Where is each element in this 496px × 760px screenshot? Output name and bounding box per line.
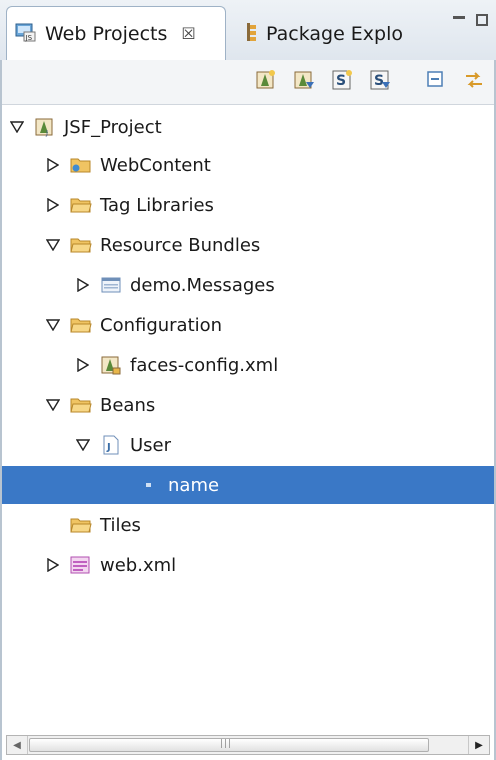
tree-node-label: WebContent <box>100 154 211 176</box>
collapsed-arrow-icon[interactable] <box>76 358 90 372</box>
tree-node-tag-libraries[interactable]: Tag Libraries <box>46 186 214 224</box>
collapse-all-icon[interactable] <box>422 66 450 94</box>
svg-text:S: S <box>336 73 346 89</box>
collapsed-arrow-icon[interactable] <box>46 198 60 212</box>
tree-node-label: Tiles <box>100 514 141 536</box>
tree-node-label: demo.Messages <box>130 274 275 296</box>
tree-node-label: faces-config.xml <box>130 354 279 376</box>
maximize-icon[interactable] <box>474 12 492 30</box>
tree-node-label: JSF_Project <box>64 116 162 138</box>
link-with-editor-icon[interactable] <box>460 66 488 94</box>
field-icon <box>138 475 160 495</box>
collapsed-arrow-icon[interactable] <box>46 558 60 572</box>
web-projects-icon: JS <box>15 21 37 47</box>
scrollbar-grip: ||| <box>220 739 233 749</box>
horizontal-scrollbar[interactable]: ◀ ||| ▶ <box>6 735 490 755</box>
expanded-arrow-icon[interactable] <box>46 318 60 332</box>
view-border-left <box>0 60 2 760</box>
folder-icon <box>70 515 92 535</box>
faces-config-icon <box>100 355 122 375</box>
tree-node-label: name <box>168 474 220 496</box>
tab-close-icon[interactable]: ☒ <box>181 24 195 43</box>
folder-icon <box>70 195 92 215</box>
tab-bar: JS Web Projects ☒ Package Explo <box>0 0 496 61</box>
tree-node-beans[interactable]: Beans <box>46 386 155 424</box>
tree-node-user[interactable]: J User <box>76 426 171 464</box>
tab-package-explorer-label: Package Explo <box>266 23 404 45</box>
expanded-arrow-icon[interactable] <box>10 120 24 134</box>
web-projects-view: JS Web Projects ☒ Package Explo S S J JS… <box>0 0 496 760</box>
import-struts-project-icon[interactable]: S <box>366 66 394 94</box>
import-jsf-project-icon[interactable] <box>290 66 318 94</box>
tree-node-label: User <box>130 434 172 456</box>
scroll-left-icon[interactable]: ◀ <box>7 736 28 754</box>
svg-text:J: J <box>45 129 48 137</box>
tab-package-explorer[interactable]: Package Explo <box>232 10 428 58</box>
project-tree: J JSF_Project WebContent Tag Libraries R… <box>0 108 496 728</box>
svg-text:J: J <box>106 442 111 453</box>
jsf-project-icon: J <box>34 117 56 137</box>
tree-node-label: Resource Bundles <box>100 234 261 256</box>
tree-node-webcontent[interactable]: WebContent <box>46 146 211 184</box>
tree-node-label: Beans <box>100 394 156 416</box>
view-toolbar: S S <box>0 60 496 105</box>
minimize-icon[interactable] <box>450 12 468 30</box>
web-folder-icon <box>70 155 92 175</box>
properties-file-icon <box>100 275 122 295</box>
collapsed-arrow-icon[interactable] <box>76 278 90 292</box>
new-jsf-project-icon[interactable] <box>252 66 280 94</box>
tab-web-projects[interactable]: JS Web Projects ☒ <box>6 6 226 60</box>
tree-node-label: Tag Libraries <box>100 194 214 216</box>
package-explorer-icon <box>242 22 258 46</box>
svg-text:S: S <box>374 73 384 89</box>
tab-web-projects-label: Web Projects <box>45 22 168 45</box>
expanded-arrow-icon[interactable] <box>76 438 90 452</box>
tree-node-name[interactable]: name <box>0 466 496 504</box>
tree-node-root[interactable]: J JSF_Project <box>10 108 162 146</box>
folder-icon <box>70 315 92 335</box>
scrollbar-thumb[interactable]: ||| <box>29 738 429 752</box>
tree-node-label: Configuration <box>100 314 223 336</box>
xml-file-icon <box>70 555 92 575</box>
svg-text:JS: JS <box>25 34 33 42</box>
folder-icon <box>70 395 92 415</box>
expanded-arrow-icon[interactable] <box>46 398 60 412</box>
new-struts-project-icon[interactable]: S <box>328 66 356 94</box>
tree-node-faces-config[interactable]: faces-config.xml <box>76 346 278 384</box>
tree-node-label: web.xml <box>100 554 177 576</box>
collapsed-arrow-icon[interactable] <box>46 158 60 172</box>
folder-icon <box>70 235 92 255</box>
scroll-right-icon[interactable]: ▶ <box>468 736 489 754</box>
tree-node-demo-messages[interactable]: demo.Messages <box>76 266 275 304</box>
java-class-icon: J <box>100 435 122 455</box>
tree-node-resource-bundles[interactable]: Resource Bundles <box>46 226 260 264</box>
tree-node-web-xml[interactable]: web.xml <box>46 546 176 584</box>
tree-node-configuration[interactable]: Configuration <box>46 306 222 344</box>
expanded-arrow-icon[interactable] <box>46 238 60 252</box>
tree-node-tiles[interactable]: Tiles <box>70 506 141 544</box>
